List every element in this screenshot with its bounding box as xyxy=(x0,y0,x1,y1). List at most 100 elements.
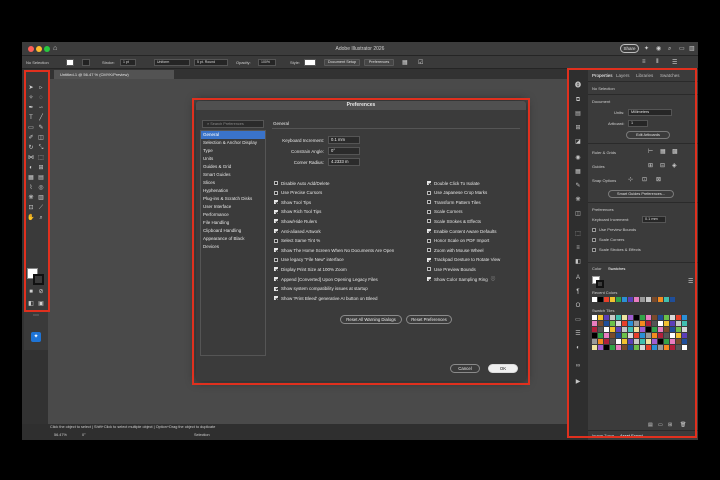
units-dropdown[interactable]: Millimeters xyxy=(628,109,672,116)
swatch-tile[interactable] xyxy=(664,345,669,350)
swatch-tile[interactable] xyxy=(652,315,657,320)
swatch-tile[interactable] xyxy=(604,321,609,326)
lasso-tool-icon[interactable]: ◌ xyxy=(37,94,45,102)
swatch-tile[interactable] xyxy=(676,315,681,320)
recent-color-swatch[interactable] xyxy=(622,297,627,302)
library-icon[interactable]: ▤ xyxy=(648,422,653,428)
tab-color[interactable]: Color xyxy=(592,266,602,271)
generate-icon[interactable]: ✦ xyxy=(31,332,41,342)
line-tool-icon[interactable]: ╱ xyxy=(37,114,45,122)
brushes-strip-icon[interactable]: ✎ xyxy=(574,182,582,190)
option-row[interactable]: Scale Corners xyxy=(427,208,463,216)
option-checkbox[interactable] xyxy=(274,267,278,272)
category-item[interactable]: File Handling xyxy=(201,219,265,227)
paintbrush-tool-icon[interactable]: ✎ xyxy=(37,124,45,132)
brush-definition[interactable]: 5 pt. Round xyxy=(194,59,228,66)
swatch-tile[interactable] xyxy=(628,321,633,326)
drawing-mode-icon[interactable]: ◧ xyxy=(27,300,35,308)
delete-swatch-icon[interactable]: 🗑 xyxy=(680,422,686,428)
option-row[interactable]: Scale Strokes & Effects xyxy=(427,217,481,225)
recent-color-swatch[interactable] xyxy=(604,297,609,302)
category-item[interactable]: Smart Guides xyxy=(201,171,265,179)
category-item[interactable]: Devices xyxy=(201,243,265,251)
option-row[interactable]: Show 'Print Bleed' generative AI button … xyxy=(274,294,378,302)
option-row[interactable]: Enable Content Aware Defaults xyxy=(427,227,496,235)
lock-guides-icon[interactable]: ⊟ xyxy=(660,162,665,169)
swatch-tile[interactable] xyxy=(610,345,615,350)
share-button[interactable]: Share xyxy=(620,44,639,53)
bell-icon[interactable]: ✦ xyxy=(644,45,649,53)
swatch-tile[interactable] xyxy=(604,345,609,350)
stroke-swatch[interactable] xyxy=(33,274,44,285)
swatch-tile[interactable] xyxy=(652,333,657,338)
swatch-tile[interactable] xyxy=(670,333,675,338)
opentype-strip-icon[interactable]: O xyxy=(574,302,582,310)
option-row[interactable]: Double Click To Isolate xyxy=(427,179,480,187)
swatch-tile[interactable] xyxy=(628,327,633,332)
graph-tool-icon[interactable]: ▥ xyxy=(37,194,45,202)
recent-color-swatch[interactable] xyxy=(598,297,603,302)
tab-properties[interactable]: Properties xyxy=(592,73,613,78)
actions-strip-icon[interactable]: ▶ xyxy=(574,378,582,386)
free-transform-tool-icon[interactable]: ⬚ xyxy=(37,154,45,162)
swatch-tile[interactable] xyxy=(646,345,651,350)
pathfinder-strip-icon[interactable]: ◧ xyxy=(574,258,582,266)
option-row[interactable]: Select Same Tint % xyxy=(274,237,320,245)
option-checkbox[interactable] xyxy=(274,219,278,224)
swatch-tile[interactable] xyxy=(610,339,615,344)
option-row[interactable]: Honor Scale on PDF Import xyxy=(427,237,489,245)
tab-swatches-bottom[interactable]: Swatches xyxy=(608,266,625,271)
scale-corners-checkbox[interactable] xyxy=(592,238,596,242)
swatch-tile[interactable] xyxy=(658,339,663,344)
option-row[interactable]: Show Tool Tips xyxy=(274,198,311,206)
search-icon[interactable]: ⌕ xyxy=(668,45,671,53)
swatch-tile[interactable] xyxy=(640,339,645,344)
option-checkbox[interactable] xyxy=(274,209,278,214)
swatch-tile[interactable] xyxy=(598,345,603,350)
option-checkbox[interactable] xyxy=(427,257,431,262)
swatch-tile[interactable] xyxy=(628,333,633,338)
links-strip-icon[interactable]: ∞ xyxy=(574,362,582,370)
option-row[interactable]: Disable Auto Add/Delete xyxy=(274,179,330,187)
swatch-tile[interactable] xyxy=(604,333,609,338)
use-preview-bounds-checkbox[interactable] xyxy=(592,228,596,232)
discover-icon[interactable]: ◉ xyxy=(656,45,661,53)
gradient-strip-icon[interactable]: ▭ xyxy=(574,316,582,324)
tab-image-trace[interactable]: Image Trace xyxy=(592,433,614,438)
zoom-level[interactable]: 56.47% xyxy=(54,433,67,437)
option-checkbox[interactable] xyxy=(427,209,431,214)
ok-button[interactable]: OK xyxy=(488,364,518,373)
option-row[interactable]: Transform Pattern Tiles xyxy=(427,198,481,206)
swatch-tile[interactable] xyxy=(592,339,597,344)
transform-strip-icon[interactable]: ⬚ xyxy=(574,230,582,238)
swatch-tile[interactable] xyxy=(598,339,603,344)
option-checkbox[interactable] xyxy=(274,200,278,205)
category-item[interactable]: Guides & Grid xyxy=(201,163,265,171)
swatch-tile[interactable] xyxy=(652,339,657,344)
corner-radius-input[interactable]: 4.2333 m xyxy=(328,158,360,166)
blend-tool-icon[interactable]: ◎ xyxy=(37,184,45,192)
hand-tool-icon[interactable]: ✋ xyxy=(27,214,35,222)
rulers-icon[interactable]: ⊢ xyxy=(648,148,653,155)
shape-builder-tool-icon[interactable]: ◐ xyxy=(27,164,35,172)
option-checkbox[interactable] xyxy=(274,286,278,291)
swatch-tile[interactable] xyxy=(598,321,603,326)
reset-warning-dialogs-button[interactable]: Reset All Warning Dialogs xyxy=(340,315,402,324)
category-item[interactable]: Slices xyxy=(201,179,265,187)
swatch-tile[interactable] xyxy=(676,345,681,350)
tab-libraries[interactable]: Libraries xyxy=(636,73,653,78)
recent-color-swatch[interactable] xyxy=(634,297,639,302)
option-row[interactable]: Show system compatibility issues at star… xyxy=(274,285,368,293)
show-guides-icon[interactable]: ⊞ xyxy=(648,162,653,169)
swatch-tile[interactable] xyxy=(682,345,687,350)
swatch-tile[interactable] xyxy=(610,333,615,338)
swatch-tile[interactable] xyxy=(646,333,651,338)
category-item[interactable]: General xyxy=(201,131,265,139)
swatch-tile[interactable] xyxy=(622,339,627,344)
swatch-tile[interactable] xyxy=(670,345,675,350)
type-tool-icon[interactable]: T xyxy=(27,114,35,122)
option-checkbox[interactable] xyxy=(274,238,278,243)
search-preferences-input[interactable]: ⌕ Search Preferences xyxy=(202,120,264,128)
category-item[interactable]: Clipboard Handling xyxy=(201,227,265,235)
swatch-tile[interactable] xyxy=(646,339,651,344)
